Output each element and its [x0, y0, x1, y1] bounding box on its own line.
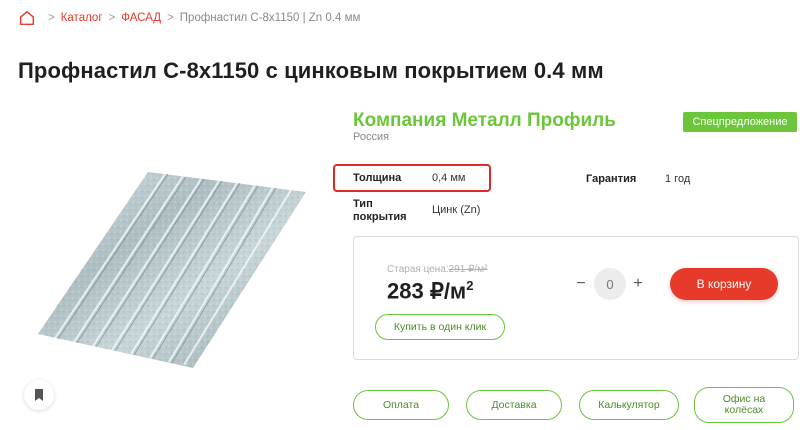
buy-one-click-button[interactable]: Купить в один клик — [375, 314, 505, 340]
price-unit-superscript: 2 — [466, 278, 474, 293]
promo-badge: Спецпредложение — [683, 112, 797, 132]
corrugated-sheet-image — [38, 172, 306, 368]
delivery-button[interactable]: Доставка — [466, 390, 562, 420]
company-country: Россия — [353, 131, 390, 143]
old-price: Старая цена:291 ₽/м² — [387, 264, 487, 275]
quantity-decrease-button[interactable]: − — [572, 274, 590, 294]
spec-thickness-value: 0,4 мм — [432, 172, 466, 184]
spec-warranty-value: 1 год — [665, 173, 691, 185]
spec-coating-label-line2: покрытия — [353, 211, 407, 223]
mobile-office-button[interactable]: Офис на колёсах — [694, 387, 794, 423]
page-title: Профнастил С-8х1150 с цинковым покрытием… — [18, 58, 604, 83]
breadcrumb-current: Профнастил С-8х1150 | Zn 0.4 мм — [179, 12, 361, 24]
spec-thickness-label: Толщина — [353, 172, 402, 184]
quantity-increase-button[interactable]: + — [629, 274, 647, 294]
breadcrumb-separator: > — [108, 12, 116, 24]
current-price: 283 ₽/м2 — [387, 278, 473, 304]
product-image[interactable] — [18, 110, 328, 425]
spec-coating-label-line1: Тип — [353, 198, 373, 210]
spec-coating-value: Цинк (Zn) — [432, 204, 481, 216]
bookmark-icon — [35, 389, 43, 401]
breadcrumb-catalog-link[interactable]: Каталог — [61, 12, 103, 24]
breadcrumb-separator: > — [167, 12, 174, 24]
current-price-value: 283 ₽/м — [387, 278, 467, 304]
mobile-office-label-line2: колёсах — [724, 404, 764, 416]
breadcrumb: > Каталог > ФАСАД > Профнастил С-8х1150 … — [18, 8, 360, 28]
old-price-value: 291 ₽/м² — [448, 264, 488, 275]
company-name[interactable]: Компания Металл Профиль — [353, 110, 616, 132]
payment-button[interactable]: Оплата — [353, 390, 449, 420]
breadcrumb-facade-link[interactable]: ФАСАД — [121, 12, 161, 24]
add-to-cart-button[interactable]: В корзину — [670, 268, 778, 300]
breadcrumb-separator: > — [48, 12, 55, 24]
calculator-button[interactable]: Калькулятор — [579, 390, 679, 420]
bookmark-button[interactable] — [24, 380, 54, 410]
home-icon[interactable] — [18, 9, 36, 27]
spec-warranty-label: Гарантия — [586, 173, 637, 185]
old-price-label: Старая цена: — [387, 264, 449, 275]
quantity-value[interactable]: 0 — [594, 268, 626, 300]
